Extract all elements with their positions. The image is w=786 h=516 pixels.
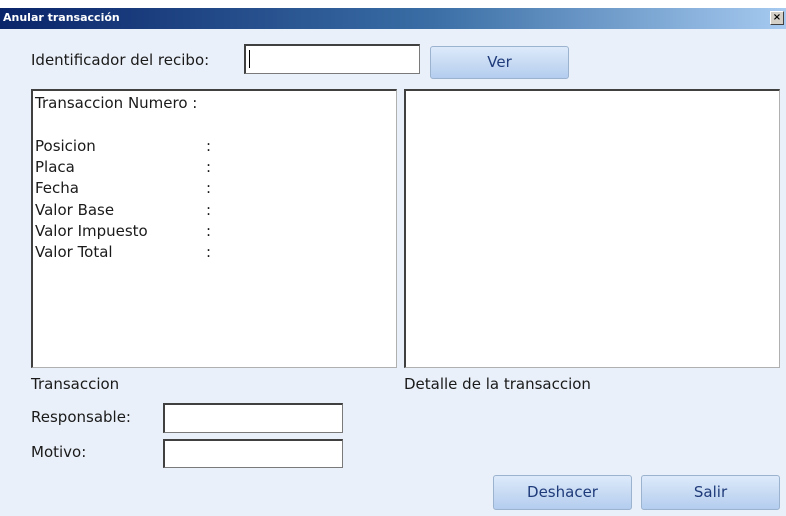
total-value-separator: :	[206, 243, 212, 261]
base-value-label: Valor Base	[35, 201, 115, 219]
view-button[interactable]: Ver	[430, 46, 569, 79]
receipt-id-input[interactable]	[244, 44, 420, 74]
tax-value-separator: :	[206, 222, 212, 240]
base-value-separator: :	[206, 201, 212, 219]
reason-label: Motivo:	[31, 443, 87, 461]
total-value-label: Valor Total	[35, 243, 113, 261]
date-label: Fecha	[35, 179, 79, 197]
position-separator: :	[206, 137, 212, 155]
title-bar[interactable]: Anular transacción ×	[0, 8, 786, 29]
tax-value-label: Valor Impuesto	[35, 222, 148, 240]
window-title: Anular transacción	[3, 11, 120, 24]
reason-input[interactable]	[163, 439, 343, 468]
detail-caption: Detalle de la transaccion	[404, 375, 591, 393]
position-label: Posicion	[35, 137, 96, 155]
undo-button[interactable]: Deshacer	[493, 475, 632, 510]
date-separator: :	[206, 179, 212, 197]
responsible-label: Responsable:	[31, 408, 131, 426]
transaction-caption: Transaccion	[31, 375, 120, 393]
plate-label: Placa	[35, 158, 75, 176]
transaction-number-label: Transaccion Numero :	[35, 94, 198, 112]
transaction-detail-panel[interactable]	[404, 89, 780, 368]
text-caret	[249, 50, 250, 68]
plate-separator: :	[206, 158, 212, 176]
transaction-info-panel: Transaccion Numero : Posicion : Placa : …	[31, 89, 397, 368]
close-icon[interactable]: ×	[770, 11, 784, 25]
receipt-id-label: Identificador del recibo:	[31, 51, 210, 69]
exit-button[interactable]: Salir	[641, 475, 780, 510]
cancel-transaction-dialog: Anular transacción × Identificador del r…	[0, 8, 786, 516]
responsible-input[interactable]	[163, 403, 343, 433]
